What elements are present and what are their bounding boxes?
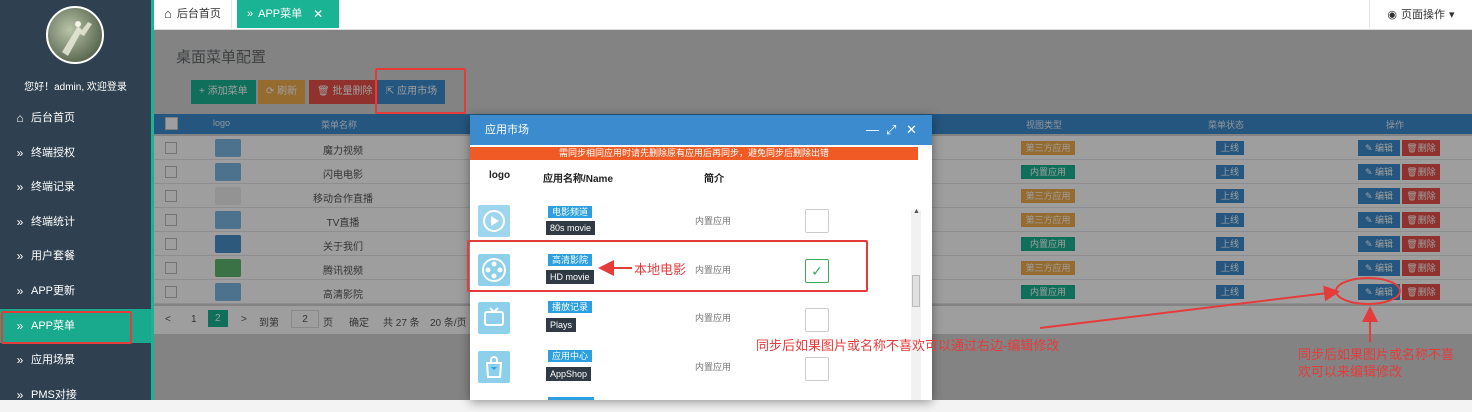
arrow-middle-note <box>1039 285 1340 329</box>
annotation-arrows <box>598 260 1401 342</box>
highlight-ellipse-edit <box>1335 277 1401 305</box>
